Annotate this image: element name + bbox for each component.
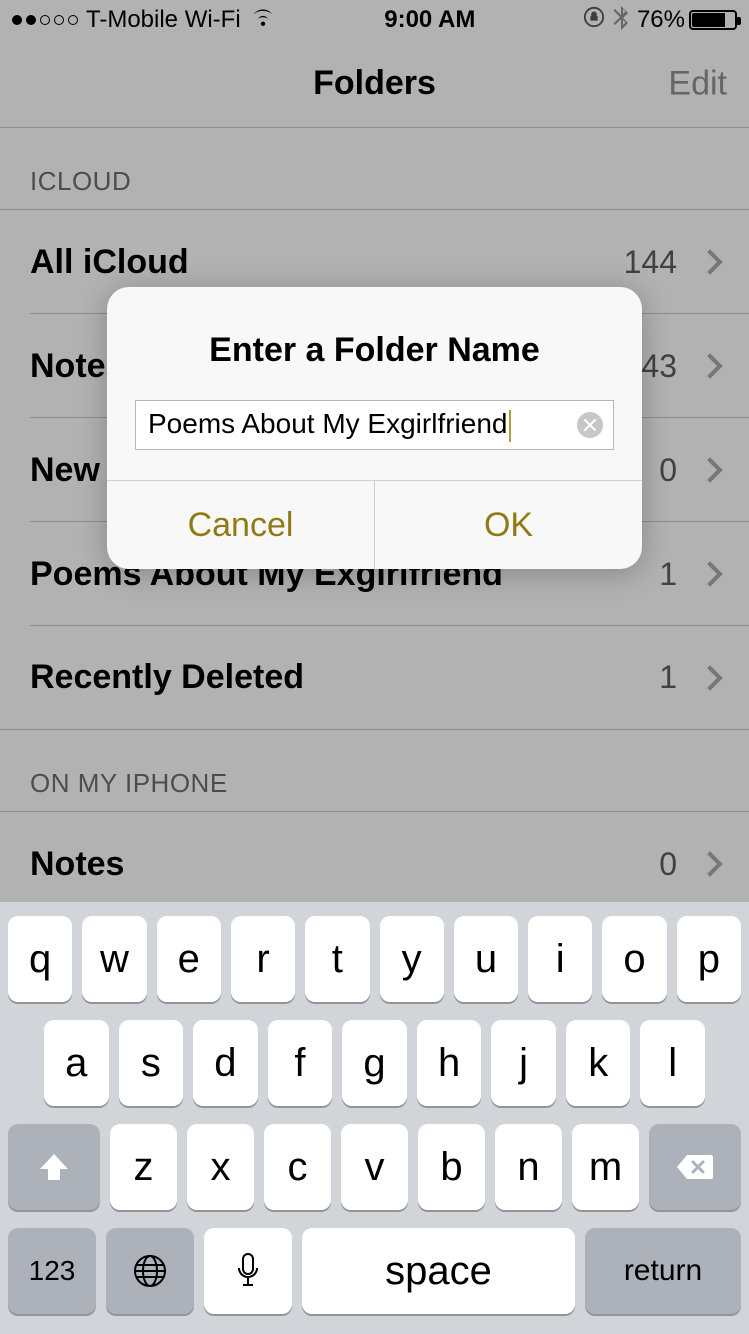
- key-s[interactable]: s: [119, 1020, 184, 1106]
- key-b[interactable]: b: [418, 1124, 485, 1210]
- alert-title: Enter a Folder Name: [107, 287, 642, 400]
- numbers-key[interactable]: 123: [8, 1228, 96, 1314]
- backspace-icon: [675, 1153, 715, 1181]
- dictation-key[interactable]: [204, 1228, 292, 1314]
- keyboard: q w e r t y u i o p a s d f g h j k l z …: [0, 902, 749, 1334]
- key-y[interactable]: y: [380, 916, 444, 1002]
- key-f[interactable]: f: [268, 1020, 333, 1106]
- key-m[interactable]: m: [572, 1124, 639, 1210]
- folder-name-input[interactable]: Poems About My Exgirlfriend: [135, 400, 614, 450]
- clear-text-button[interactable]: [577, 412, 603, 438]
- key-v[interactable]: v: [341, 1124, 408, 1210]
- key-p[interactable]: p: [677, 916, 741, 1002]
- key-c[interactable]: c: [264, 1124, 331, 1210]
- ok-button[interactable]: OK: [374, 481, 642, 569]
- key-q[interactable]: q: [8, 916, 72, 1002]
- globe-icon: [132, 1253, 168, 1289]
- key-l[interactable]: l: [640, 1020, 705, 1106]
- return-key[interactable]: return: [585, 1228, 741, 1314]
- key-g[interactable]: g: [342, 1020, 407, 1106]
- key-e[interactable]: e: [157, 916, 221, 1002]
- key-a[interactable]: a: [44, 1020, 109, 1106]
- key-n[interactable]: n: [495, 1124, 562, 1210]
- key-k[interactable]: k: [566, 1020, 631, 1106]
- backspace-key[interactable]: [649, 1124, 741, 1210]
- key-w[interactable]: w: [82, 916, 146, 1002]
- globe-key[interactable]: [106, 1228, 194, 1314]
- key-z[interactable]: z: [110, 1124, 177, 1210]
- key-r[interactable]: r: [231, 916, 295, 1002]
- key-u[interactable]: u: [454, 916, 518, 1002]
- cancel-button[interactable]: Cancel: [107, 481, 374, 569]
- folder-name-input-value: Poems About My Exgirlfriend: [148, 408, 508, 439]
- text-caret-icon: [509, 410, 511, 442]
- key-d[interactable]: d: [193, 1020, 258, 1106]
- key-x[interactable]: x: [187, 1124, 254, 1210]
- key-t[interactable]: t: [305, 916, 369, 1002]
- key-i[interactable]: i: [528, 916, 592, 1002]
- key-h[interactable]: h: [417, 1020, 482, 1106]
- key-j[interactable]: j: [491, 1020, 556, 1106]
- key-o[interactable]: o: [602, 916, 666, 1002]
- space-key[interactable]: space: [302, 1228, 575, 1314]
- shift-key[interactable]: [8, 1124, 100, 1210]
- folder-name-alert: Enter a Folder Name Poems About My Exgir…: [107, 287, 642, 569]
- microphone-icon: [236, 1252, 260, 1290]
- shift-icon: [37, 1152, 71, 1182]
